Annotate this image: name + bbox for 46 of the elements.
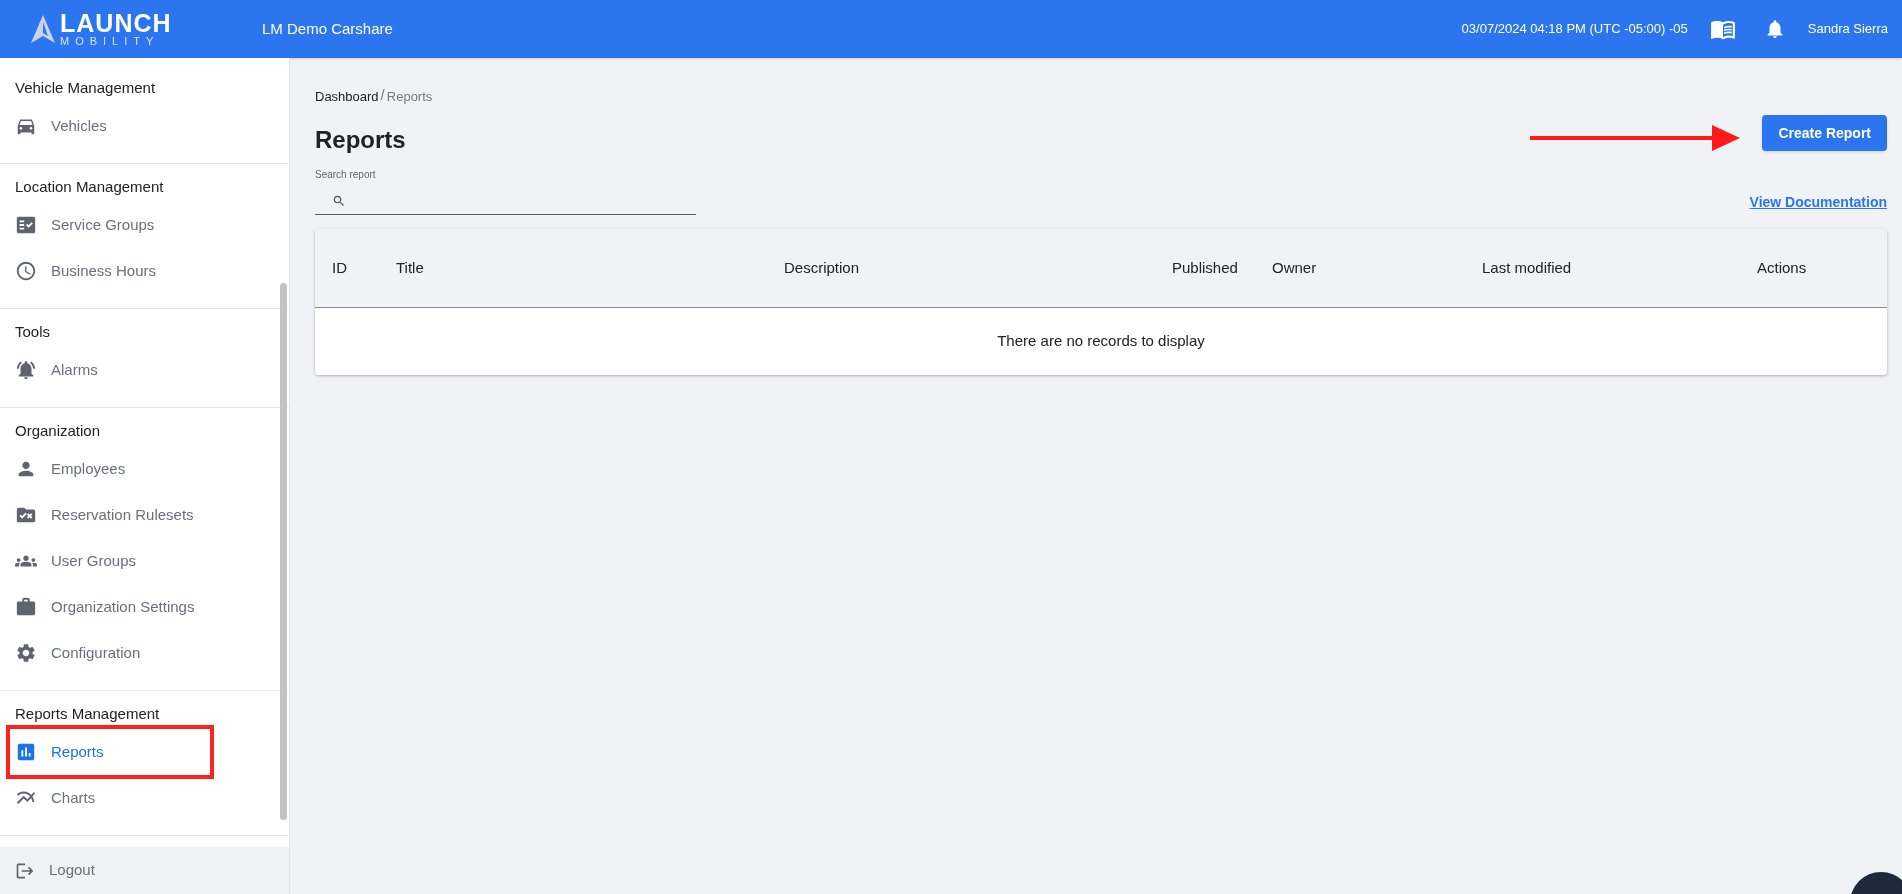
- column-header: Description: [784, 257, 860, 278]
- column-header: ID: [332, 257, 347, 278]
- create-report-button[interactable]: Create Report: [1762, 115, 1887, 151]
- section-heading: Reports Management: [15, 704, 161, 724]
- briefcase-icon: [15, 596, 37, 618]
- sidebar-item[interactable]: Charts: [15, 775, 269, 821]
- sidebar-item[interactable]: Business Hours: [15, 248, 269, 294]
- bar-chart-icon: [15, 741, 37, 763]
- brand-subtitle: MOBILITY: [60, 36, 161, 47]
- section-heading: Organization: [15, 421, 102, 441]
- breadcrumb-link[interactable]: Reports: [386, 86, 433, 106]
- gear-icon: [15, 642, 37, 664]
- breadcrumb-link[interactable]: Dashboard: [315, 86, 379, 106]
- sidebar-item[interactable]: Reservation Rulesets: [15, 492, 269, 538]
- search-label: Search report: [315, 168, 377, 182]
- column-header: Title: [396, 257, 424, 278]
- checklist-icon: [15, 214, 37, 236]
- column-header: Actions: [1757, 257, 1807, 278]
- rocket-logo-icon: [30, 14, 56, 44]
- search-icon: [332, 194, 346, 208]
- column-header: Published: [1172, 257, 1238, 278]
- user-name[interactable]: Sandra Sierra: [1807, 19, 1888, 39]
- sidebar-item[interactable]: Reports: [15, 729, 210, 775]
- sidebar-item[interactable]: Alarms: [15, 347, 269, 393]
- section-heading: Location Management: [15, 177, 165, 197]
- date-time: 03/07/2024 04:18 PM (UTC -05:00) -05: [1461, 20, 1688, 39]
- breadcrumb-separator: /: [379, 84, 386, 105]
- logout-button[interactable]: Logout: [15, 859, 95, 882]
- clock-icon: [15, 260, 37, 282]
- organization-name: LM Demo Carshare: [262, 18, 393, 39]
- sidebar-item[interactable]: Employees: [15, 446, 269, 492]
- section-heading: Vehicle Management: [15, 78, 157, 98]
- sidebar-item[interactable]: User Groups: [15, 538, 269, 584]
- column-header: Last modified: [1482, 257, 1572, 278]
- brand-name: LAUNCH: [60, 11, 172, 36]
- sidebar-item[interactable]: Service Groups: [15, 202, 269, 248]
- sidebar-item[interactable]: Vehicles: [15, 103, 269, 149]
- sidebar-item[interactable]: Configuration: [15, 630, 269, 676]
- documentation-link[interactable]: View Documentation: [1749, 192, 1887, 213]
- column-header: Owner: [1272, 257, 1317, 278]
- page-title: Reports: [315, 125, 407, 155]
- ringing-bell-icon: [15, 359, 37, 381]
- sidebar-item[interactable]: Organization Settings: [15, 584, 269, 630]
- section-heading: Tools: [15, 322, 52, 342]
- scrollbar-thumb[interactable]: [280, 283, 287, 820]
- empty-message: There are no records to display: [997, 331, 1205, 352]
